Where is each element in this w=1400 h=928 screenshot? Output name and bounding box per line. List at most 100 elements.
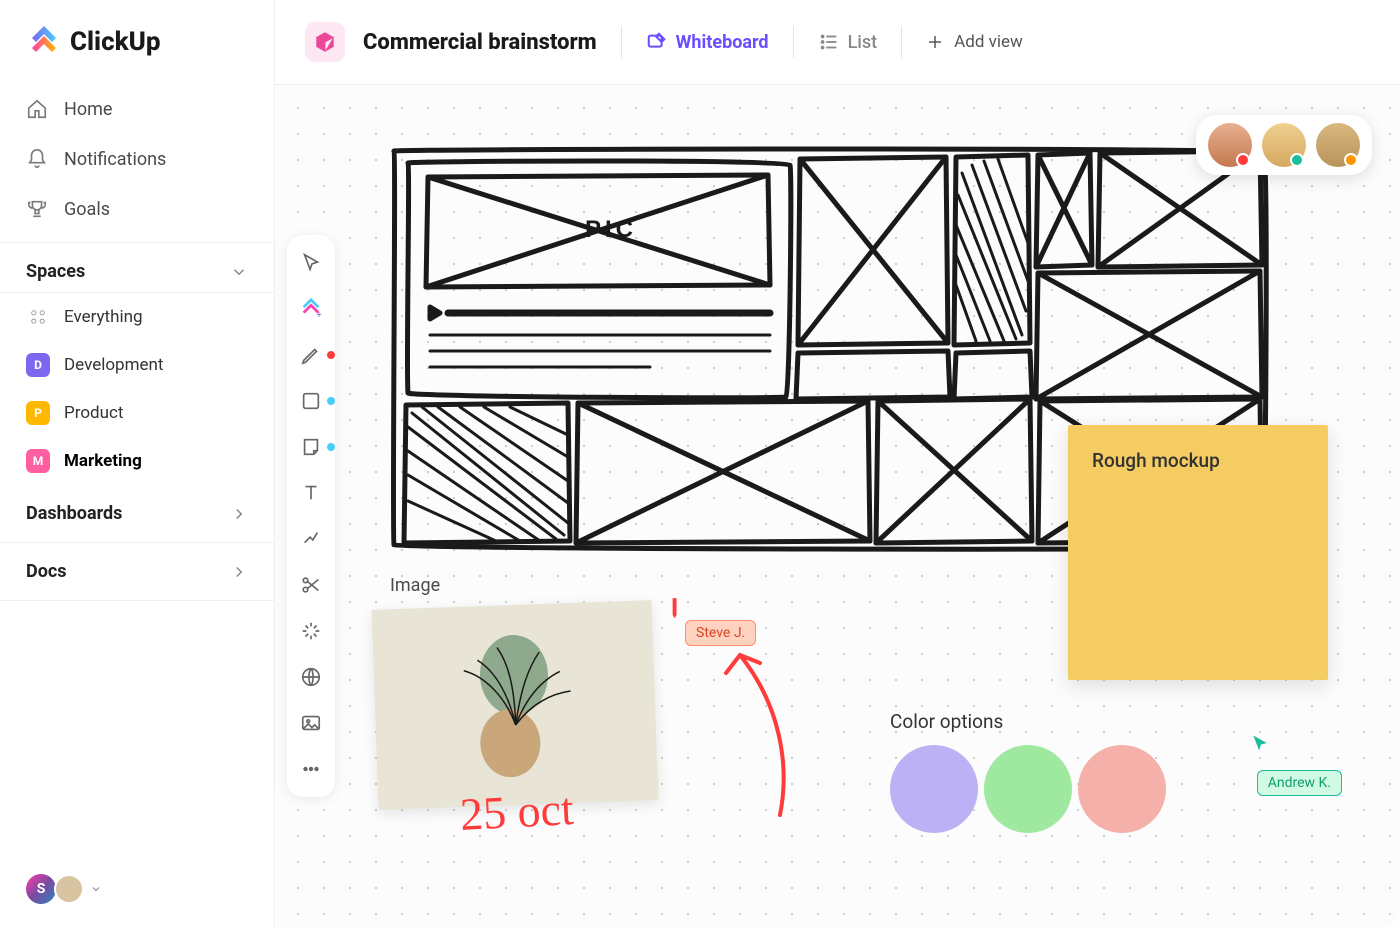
tool-sticky[interactable] (297, 433, 325, 461)
space-marketing[interactable]: M Marketing (0, 437, 274, 485)
tool-pointer[interactable] (297, 249, 325, 277)
main-area: Commercial brainstorm Whiteboard List Ad… (275, 0, 1400, 928)
plus-icon (926, 33, 944, 51)
workspace-title: Commercial brainstorm (363, 30, 597, 55)
add-view-button[interactable]: Add view (926, 32, 1023, 52)
view-whiteboard[interactable]: Whiteboard (646, 31, 769, 53)
space-development-label: Development (64, 355, 163, 375)
tool-connector[interactable] (297, 525, 325, 553)
sidebar: ClickUp Home Notifications Goals Spaces … (0, 0, 275, 928)
view-list-label: List (848, 32, 878, 53)
nav-docs-label: Docs (26, 561, 66, 582)
nav-home[interactable]: Home (0, 84, 274, 134)
space-everything[interactable]: Everything (0, 293, 274, 341)
space-marketing-icon: M (26, 449, 50, 473)
whiteboard-icon (646, 31, 668, 53)
color-swatch-pink[interactable] (1078, 745, 1166, 833)
clickup-plus-icon: + (300, 298, 322, 320)
app-logo[interactable]: ClickUp (0, 24, 274, 84)
view-list[interactable]: List (818, 31, 878, 53)
nav-notifications[interactable]: Notifications (0, 134, 274, 184)
space-everything-label: Everything (64, 307, 143, 327)
space-product-icon: P (26, 401, 50, 425)
divider (901, 26, 902, 58)
pointer-icon (300, 252, 322, 274)
tool-image[interactable] (297, 709, 325, 737)
caret-down-icon (90, 883, 102, 895)
nav-docs[interactable]: Docs (0, 543, 274, 601)
sketch-pic-label: PIC (585, 216, 637, 243)
image-label: Image (390, 575, 440, 596)
color-options (890, 745, 1166, 833)
divider (793, 26, 794, 58)
chevron-right-icon (230, 505, 248, 523)
topbar: Commercial brainstorm Whiteboard List Ad… (275, 0, 1400, 85)
tool-scissors[interactable] (297, 571, 325, 599)
avatar-user-3[interactable] (1316, 123, 1360, 167)
divider (621, 26, 622, 58)
view-whiteboard-label: Whiteboard (676, 32, 769, 53)
nav-dashboards-label: Dashboards (26, 503, 122, 524)
sticky-note[interactable]: Rough mockup (1068, 425, 1328, 680)
space-product[interactable]: P Product (0, 389, 274, 437)
user-avatar-initial: S (26, 874, 56, 904)
spaces-header[interactable]: Spaces (0, 242, 274, 293)
spaces-title: Spaces (26, 261, 85, 282)
grid-icon (26, 305, 50, 329)
trophy-icon (26, 198, 48, 220)
tool-text[interactable] (297, 479, 325, 507)
sticky-note-text: Rough mockup (1092, 449, 1220, 472)
svg-text:+: + (317, 311, 322, 320)
date-annotation: 25 oct (459, 782, 575, 841)
tool-ai[interactable] (297, 617, 325, 645)
more-icon (300, 758, 322, 780)
plant-illustration (442, 623, 587, 788)
cube-icon (314, 31, 336, 53)
pen-icon (300, 344, 322, 366)
list-icon (818, 31, 840, 53)
andrew-cursor-tag: Andrew K. (1257, 770, 1342, 796)
space-marketing-label: Marketing (64, 451, 142, 471)
image-icon (300, 712, 322, 734)
nav-dashboards[interactable]: Dashboards (0, 485, 274, 543)
tool-rail: + (287, 235, 335, 797)
user-avatar-photo (54, 874, 84, 904)
nav-notifications-label: Notifications (64, 149, 166, 170)
tool-clickup[interactable]: + (297, 295, 325, 323)
clickup-logo-icon (26, 24, 62, 60)
whiteboard-canvas[interactable]: + (275, 85, 1400, 928)
image-card[interactable] (372, 600, 659, 810)
space-product-label: Product (64, 403, 123, 423)
note-icon (300, 436, 322, 458)
globe-icon (300, 666, 322, 688)
avatar-user-1[interactable] (1208, 123, 1252, 167)
space-development-icon: D (26, 353, 50, 377)
space-development[interactable]: D Development (0, 341, 274, 389)
andrew-cursor-icon (1250, 733, 1270, 757)
bell-icon (26, 148, 48, 170)
chevron-right-icon (230, 563, 248, 581)
chevron-down-icon (230, 263, 248, 281)
text-icon (300, 482, 322, 504)
color-options-title: Color options (890, 710, 1003, 733)
color-swatch-purple[interactable] (890, 745, 978, 833)
square-icon (300, 390, 322, 412)
home-icon (26, 98, 48, 120)
nav-goals-label: Goals (64, 199, 110, 220)
hand-drawn-arrow (700, 635, 800, 825)
tool-more[interactable] (297, 755, 325, 783)
tool-web[interactable] (297, 663, 325, 691)
user-menu[interactable]: S (0, 874, 274, 904)
scissors-icon (300, 574, 322, 596)
tool-pen[interactable] (297, 341, 325, 369)
collaborator-avatars[interactable] (1196, 115, 1372, 175)
add-view-label: Add view (954, 32, 1023, 52)
nav-goals[interactable]: Goals (0, 184, 274, 234)
app-name: ClickUp (70, 27, 161, 57)
nav-home-label: Home (64, 99, 112, 120)
avatar-user-2[interactable] (1262, 123, 1306, 167)
color-swatch-green[interactable] (984, 745, 1072, 833)
workspace-icon[interactable] (305, 22, 345, 62)
tool-shape[interactable] (297, 387, 325, 415)
connector-icon (300, 528, 322, 550)
